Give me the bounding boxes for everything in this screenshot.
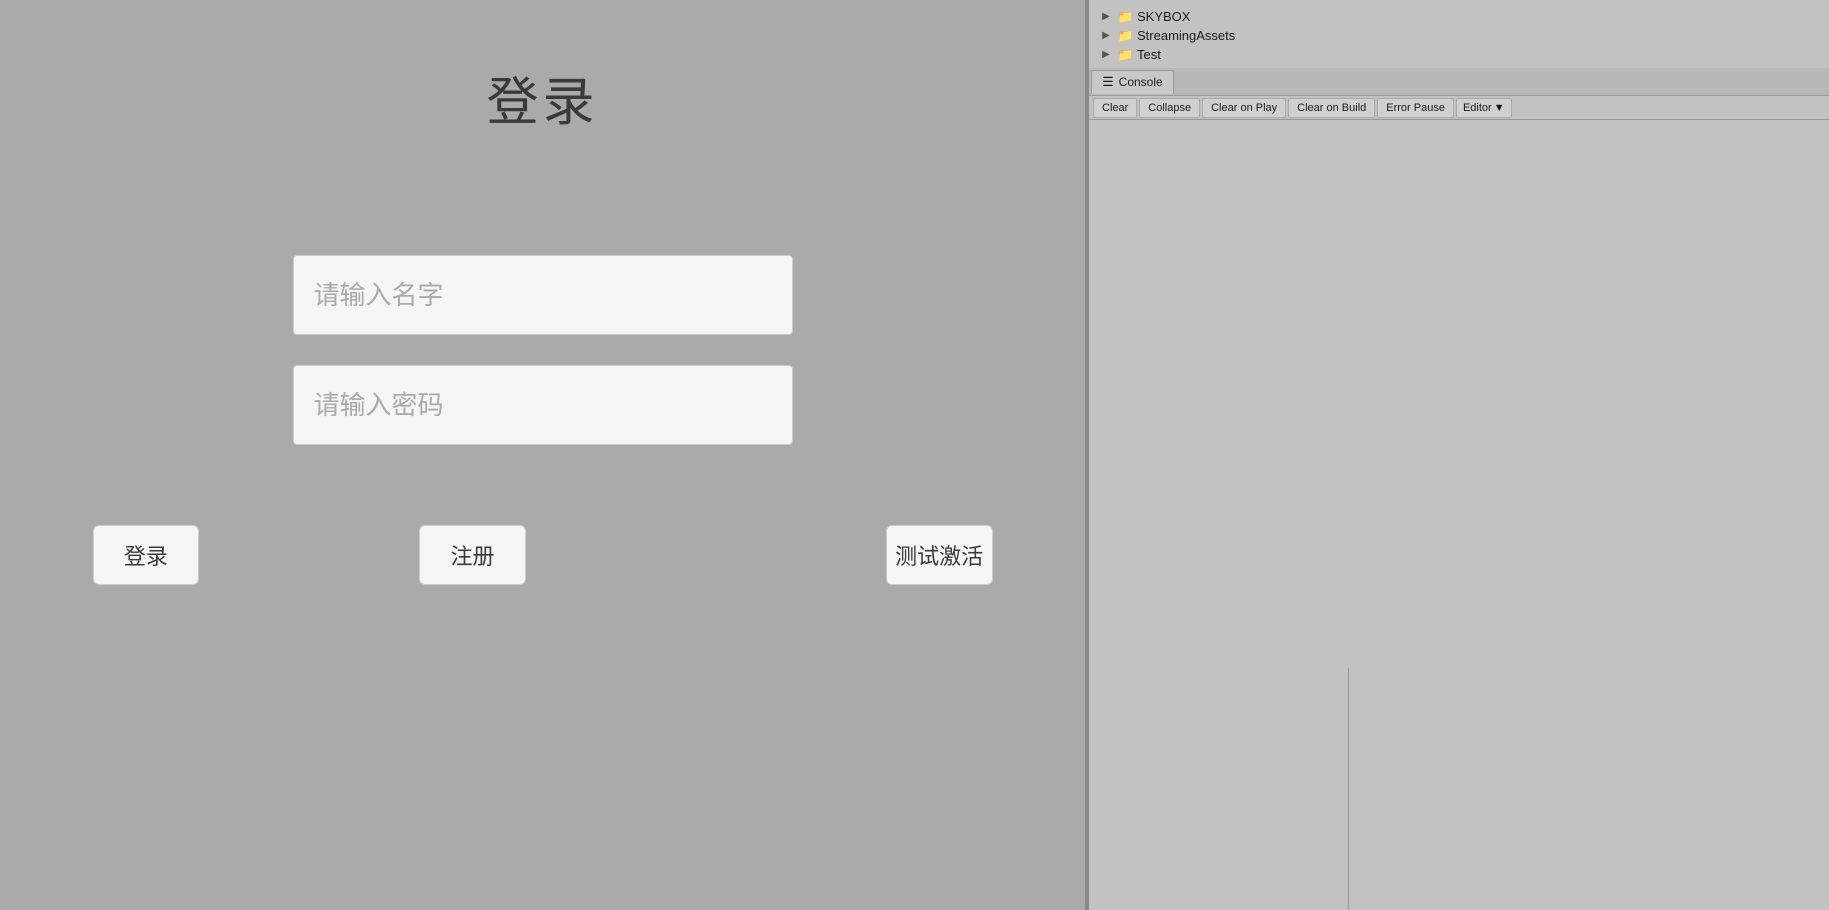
folder-icon-streamingassets: 📁 [1117,29,1133,43]
collapse-button[interactable]: Collapse [1139,98,1200,118]
tree-label-streamingassets: StreamingAssets [1137,28,1235,43]
editor-dropdown-arrow: ▼ [1494,102,1505,114]
clear-button[interactable]: Clear [1093,98,1137,118]
tree-item-test[interactable]: ▶ 📁 Test [1099,45,1829,64]
error-pause-button[interactable]: Error Pause [1377,98,1454,118]
register-button[interactable]: 注册 [419,525,526,585]
console-tab[interactable]: ☰ Console [1091,70,1174,94]
login-button[interactable]: 登录 [93,525,200,585]
console-tab-label: Console [1119,75,1163,89]
tree-label-skybox: SKYBOX [1137,9,1190,24]
tree-item-skybox[interactable]: ▶ 📁 SKYBOX [1099,7,1829,26]
console-toolbar: Clear Collapse Clear on Play Clear on Bu… [1089,96,1829,120]
test-activate-button[interactable]: 测试激活 [886,525,993,585]
tree-label-test: Test [1137,47,1161,62]
username-input[interactable] [293,255,793,335]
tree-arrow-skybox: ▶ [1099,10,1113,24]
bottom-right [1089,668,1829,910]
login-title: 登录 [486,60,598,135]
console-tab-bar: ☰ Console [1089,68,1829,96]
console-icon: ☰ [1102,74,1114,90]
project-browser: ▶ 📁 SKYBOX ▶ 📁 StreamingAssets ▶ 📁 Test [1089,0,1829,68]
clear-on-build-button[interactable]: Clear on Build [1288,98,1375,118]
editor-dropdown-label: Editor [1463,102,1492,114]
clear-on-play-button[interactable]: Clear on Play [1202,98,1286,118]
console-content [1089,120,1829,732]
bottom-right-left [1089,668,1349,910]
tree-arrow-streamingassets: ▶ [1099,29,1113,43]
tree-item-streamingassets[interactable]: ▶ 📁 StreamingAssets [1099,26,1829,45]
password-input[interactable] [293,365,793,445]
folder-icon-skybox: 📁 [1117,10,1133,24]
bottom-area [0,668,1085,910]
bottom-right-right [1349,668,1829,910]
tree-arrow-test: ▶ [1099,48,1113,62]
buttons-row: 登录 注册 测试激活 [93,525,993,585]
editor-dropdown[interactable]: Editor ▼ [1456,98,1512,118]
folder-icon-test: 📁 [1117,48,1133,62]
